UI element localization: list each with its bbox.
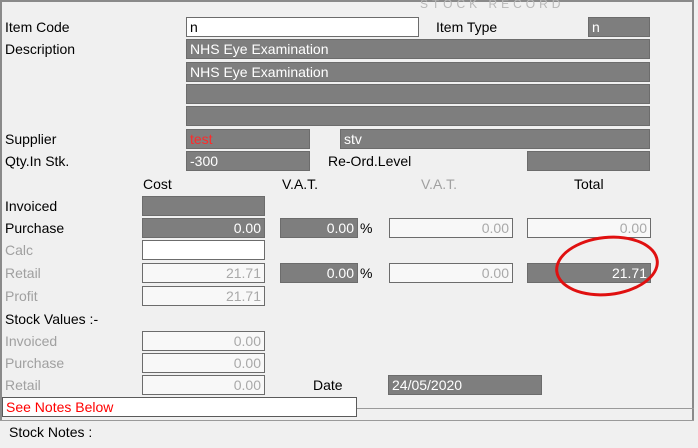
- item-code-label: Item Code: [5, 19, 70, 35]
- see-notes-field: See Notes Below: [2, 397, 357, 417]
- retail-vat-field: 0.00: [389, 263, 513, 283]
- item-type-field[interactable]: n: [588, 17, 650, 37]
- retail-vat-pct-field[interactable]: 0.00: [280, 263, 358, 283]
- description-line-3[interactable]: [186, 84, 650, 104]
- reorder-level-label: Re-Ord.Level: [328, 153, 412, 169]
- sv-invoiced-label: Invoiced: [5, 333, 58, 349]
- purchase-vat-field: 0.00: [389, 218, 513, 238]
- divider: [357, 408, 694, 409]
- window-title: STOCK RECORD: [420, 0, 565, 11]
- calc-field[interactable]: [142, 240, 265, 260]
- retail-cost-field: 21.71: [142, 263, 265, 283]
- stock-notes-bar: [0, 420, 694, 448]
- total-header: Total: [574, 176, 604, 192]
- description-line-2[interactable]: NHS Eye Examination: [186, 62, 650, 82]
- reorder-level-field[interactable]: [527, 151, 650, 171]
- sv-retail-label: Retail: [5, 377, 41, 393]
- purchase-pct-sign: %: [360, 220, 373, 236]
- profit-label: Profit: [5, 288, 38, 304]
- purchase-cost-field[interactable]: 0.00: [142, 218, 265, 238]
- sv-invoiced-field: 0.00: [142, 331, 265, 351]
- qty-in-stock-label: Qty.In Stk.: [5, 153, 70, 169]
- calc-label: Calc: [5, 242, 34, 258]
- description-label: Description: [5, 41, 76, 57]
- cost-header: Cost: [143, 176, 172, 192]
- sv-retail-field: 0.00: [142, 375, 265, 395]
- invoiced-cost-field[interactable]: [142, 196, 265, 216]
- vat-pct-header: V.A.T.: [282, 176, 319, 192]
- date-label: Date: [313, 377, 343, 393]
- purchase-label: Purchase: [5, 220, 65, 236]
- supplier-name-field[interactable]: stv: [340, 129, 650, 149]
- date-field[interactable]: 24/05/2020: [388, 375, 542, 395]
- supplier-label: Supplier: [5, 131, 57, 147]
- qty-in-stock-field[interactable]: -300: [186, 151, 310, 171]
- purchase-vat-pct-field[interactable]: 0.00: [280, 218, 358, 238]
- retail-pct-sign: %: [360, 265, 373, 281]
- item-code-field[interactable]: n: [186, 17, 419, 37]
- item-type-label: Item Type: [436, 19, 498, 35]
- purchase-total-field: 0.00: [527, 218, 651, 238]
- profit-field: 21.71: [142, 286, 265, 306]
- description-line-1[interactable]: NHS Eye Examination: [186, 39, 650, 59]
- supplier-code-field[interactable]: test: [186, 129, 310, 149]
- sv-purchase-label: Purchase: [5, 355, 65, 371]
- vat-amount-header: V.A.T.: [421, 176, 458, 192]
- stock-notes-label: Stock Notes :: [9, 424, 93, 440]
- invoiced-label: Invoiced: [5, 198, 58, 214]
- stock-values-heading: Stock Values :-: [5, 311, 99, 327]
- description-line-4[interactable]: [186, 106, 650, 126]
- retail-label: Retail: [5, 265, 41, 281]
- sv-purchase-field: 0.00: [142, 353, 265, 373]
